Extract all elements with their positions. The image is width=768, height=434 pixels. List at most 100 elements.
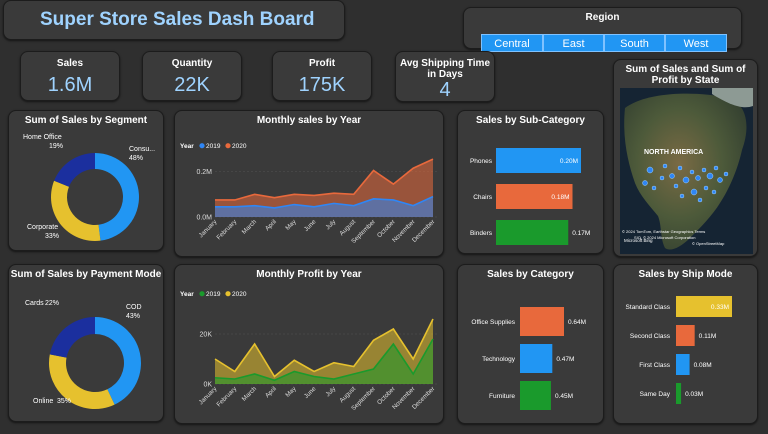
bar-value-label: 0.20M [560,158,578,165]
legend-swatch [199,143,205,149]
slice-label: Corporate [27,224,58,231]
monthly-sales-area-chart[interactable]: Year 2019 20200.0M0.2MJanuaryFebruary March… [175,128,445,258]
legend-swatch [199,291,205,297]
legend-swatch [225,291,231,297]
slice-label: Consu... [129,146,155,153]
kpi-label: Profit [308,58,336,69]
bar-category-label: Office Supplies [471,319,515,326]
bar-category-label: Binders [470,230,493,237]
payment-donut-chart[interactable]: COD 43% Online 35% Cards 22% [9,285,165,423]
map-title: Sum of Sales and Sum of Profit by State [625,64,746,86]
slice-percent: 22% [45,300,59,307]
slice-label: COD [126,304,142,311]
monthly-profit-card: Monthly Profit by Year Year 2019 2020 0K 20K… [174,264,444,424]
bar[interactable] [520,344,553,373]
bar-value-label: 0.17M [572,230,590,237]
legend-title: Year [180,291,194,298]
bar-category-label: Furniture [489,393,515,400]
bar-value-label: 0.18M [551,194,569,201]
donut-slice[interactable] [95,153,140,241]
y-tick-label: 0.2M [196,169,212,176]
kpi-profit: Profit 175K [272,51,372,101]
bar[interactable] [676,383,682,404]
segment-donut-chart[interactable]: Consu... 48% Corporate 33% Home Office 19% [9,131,165,251]
kpi-quantity: Quantity 22K [142,51,242,101]
bar[interactable] [676,354,690,375]
x-tick-label: March [241,218,259,236]
bar-value-label: 0.33M [711,304,729,311]
legend-swatch [225,143,231,149]
region-button-west[interactable]: West [665,34,727,52]
subcategory-title: Sales by Sub-Category [476,115,585,126]
bar-category-label: Standard Class [626,304,671,311]
map-svg: NORTH AMERICA © 2024 TomTom, Earthstar G… [620,88,753,254]
x-tick-label: August [338,385,357,404]
category-card: Sales by Category Office Supplies 0.64M Te… [457,264,604,424]
x-tick-label: June [303,218,318,233]
y-tick-label: 0.0M [196,215,212,222]
region-button-south[interactable]: South [604,34,665,52]
x-tick-label: July [324,218,337,231]
slice-label: Home Office [23,134,62,141]
donut-slice[interactable] [49,317,95,358]
bar-value-label: 0.64M [568,319,586,326]
payment-donut-card: Sum of Sales by Payment Mode COD 43% Onlin… [8,264,164,422]
bar[interactable] [676,325,695,346]
region-slicer-title: Region [585,12,620,23]
legend-title: Year [180,143,194,150]
bar-category-label: Technology [482,356,516,363]
map-credit-line-1: © 2024 TomTom, Earthstar Geographics Ter… [622,229,705,234]
map-credit-line-3: © OpenStreetMap [692,241,725,246]
slice-label: Online [33,398,53,405]
shipmode-bar-chart[interactable]: Standard Class 0.33M Second Class 0.11M Firs… [614,285,759,425]
x-tick-label: February [215,218,238,241]
bar-value-label: 0.11M [699,333,717,340]
map-region-label: NORTH AMERICA [644,149,703,156]
x-tick-label: July [324,385,337,398]
kpi-label: Sales [56,58,84,69]
subcategory-card: Sales by Sub-Category Phones 0.20M Chairs 0… [457,110,604,254]
page-title: Super Store Sales Dash Board [40,9,315,30]
x-tick-label: August [338,218,357,237]
subcategory-bar-chart[interactable]: Phones 0.20M Chairs 0.18M Binders 0.17M [458,131,605,255]
slice-percent: 48% [129,155,143,162]
x-tick-label: May [284,218,298,232]
kpi-sales: Sales 1.6M [20,51,120,101]
region-button-central[interactable]: Central [481,34,543,52]
legend-label[interactable]: 2020 [232,143,247,150]
bing-logo: Microsoft Bing [624,238,653,243]
donut-slice[interactable] [54,153,95,187]
region-button-east[interactable]: East [543,34,604,52]
legend-label[interactable]: 2020 [232,291,247,298]
kpi-avg-shipping: Avg Shipping Time in Days 4 [395,51,495,102]
kpi-value: 22K [174,74,210,96]
legend-label[interactable]: 2019 [206,291,221,298]
title-card: Super Store Sales Dash Board [3,0,345,40]
donut-slice[interactable] [51,180,101,241]
bar[interactable] [520,381,551,410]
bar-category-label: Same Day [640,391,671,398]
bar[interactable] [496,220,569,245]
bar-category-label: Chairs [473,194,493,201]
segment-donut-card: Sum of Sales by Segment Consu... 48% Corpo… [8,110,164,251]
monthly-profit-area-chart[interactable]: Year 2019 20200K20KJanuaryFebruary March Apr… [175,282,445,425]
legend-label[interactable]: 2019 [206,143,221,150]
slice-label: Cards [25,300,44,307]
x-tick-label: April [264,385,278,399]
monthly-profit-title: Monthly Profit by Year [256,269,362,280]
region-slicer: Region Central East South West [463,7,742,52]
x-tick-label: June [303,385,318,400]
bar-value-label: 0.47M [556,356,574,363]
slice-percent: 33% [45,233,59,240]
bar-value-label: 0.08M [694,362,712,369]
monthly-sales-title: Monthly sales by Year [256,115,362,126]
bar-category-label: Second Class [630,333,671,340]
kpi-label: Avg Shipping Time in Days [400,58,491,80]
x-tick-label: February [215,385,238,408]
sales-profit-map[interactable]: NORTH AMERICA © 2024 TomTom, Earthstar G… [620,88,753,254]
kpi-value: 1.6M [47,74,93,96]
bar[interactable] [520,307,564,336]
category-bar-chart[interactable]: Office Supplies 0.64M Technology 0.47M Furni… [458,285,605,425]
kpi-value: 175K [298,74,346,96]
monthly-sales-card: Monthly sales by Year Year 2019 2020 0.0M 0.… [174,110,444,257]
